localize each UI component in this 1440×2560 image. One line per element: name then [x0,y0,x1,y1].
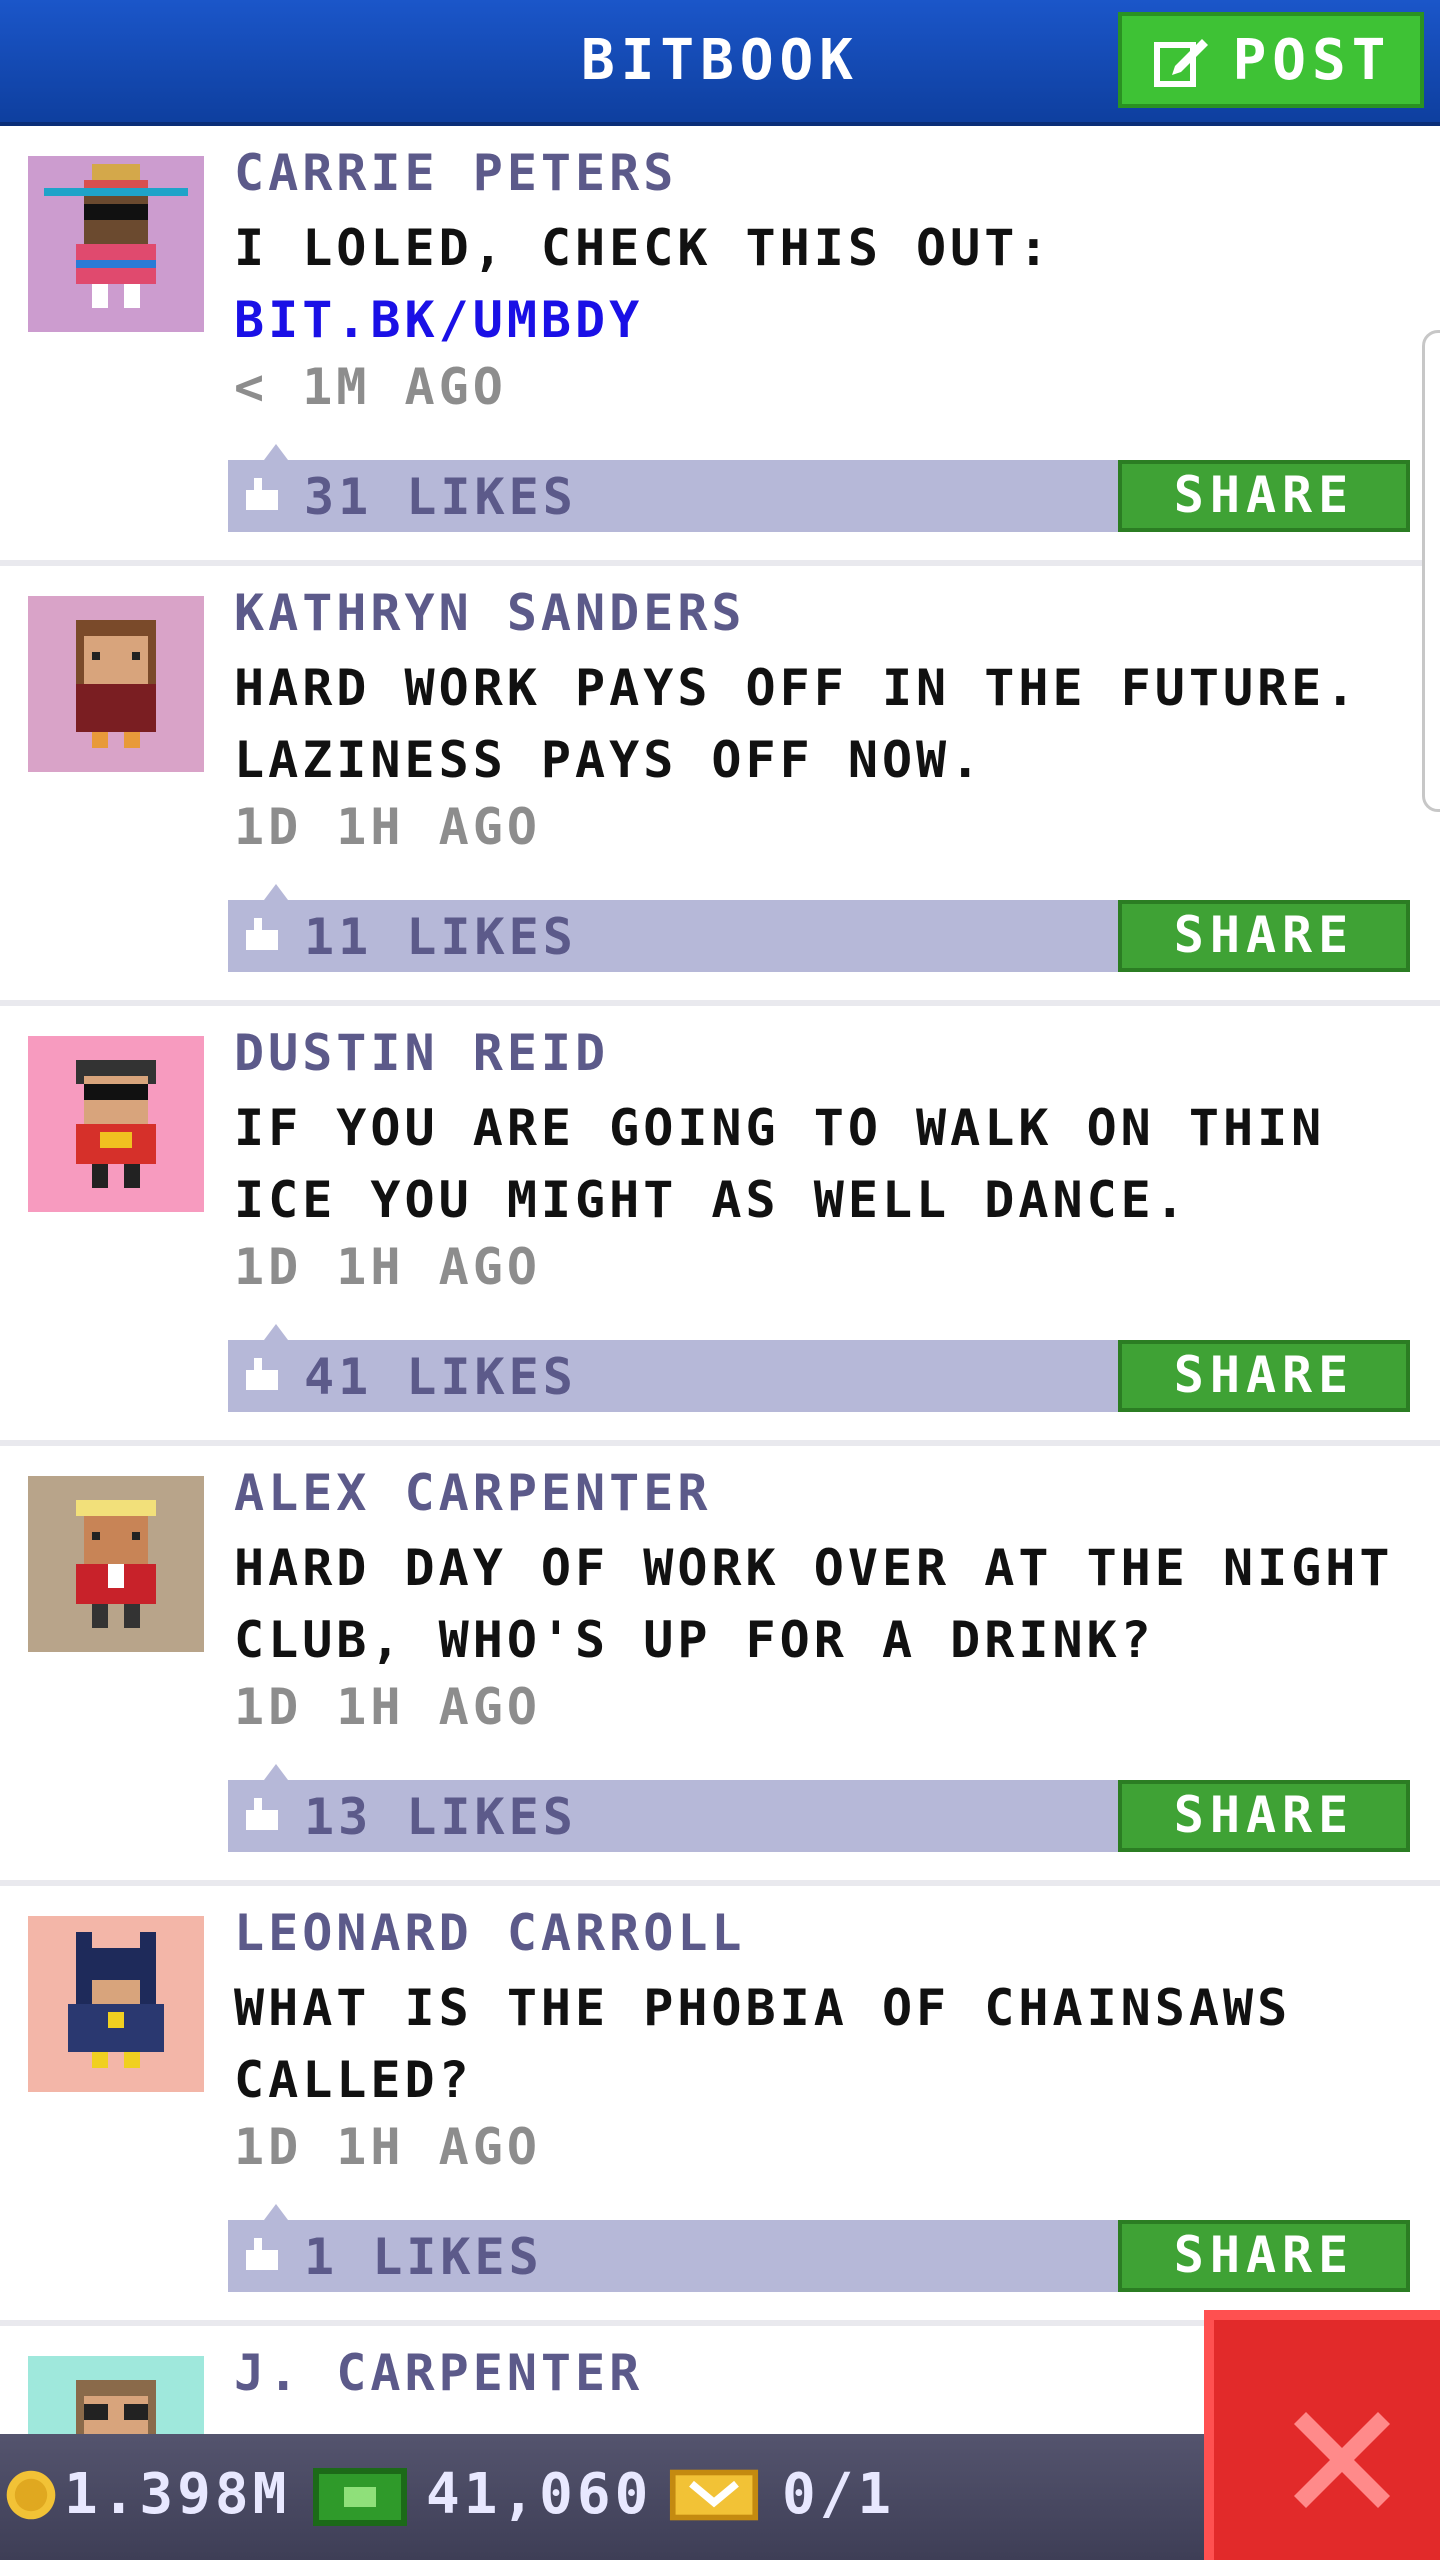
post-author: LEONARD CARROLL [234,1904,746,1962]
post-button[interactable]: POST [1118,12,1424,108]
avatar-kathryn-sanders [76,620,156,748]
avatar[interactable] [28,1036,204,1212]
bux-stat: 41,060 [312,2462,652,2527]
thumbs-up-icon [246,1798,278,1830]
post-link[interactable]: BIT.BK/UMBDY [234,284,1394,356]
post-text: WHAT IS THE PHOBIA OF CHAINSAWS CALLED? [234,1979,1292,2109]
thumbs-up-icon [246,1358,278,1390]
likes-count: 11 LIKES [304,908,577,966]
thumbs-up-icon [246,918,278,950]
share-button[interactable]: SHARE [1118,2220,1410,2292]
likes-count: 31 LIKES [304,468,577,526]
share-button[interactable]: SHARE [1118,460,1410,532]
app-header: BITBOOK POST [0,0,1440,126]
share-button[interactable]: SHARE [1118,1780,1410,1852]
coins-stat: 1.398M [4,2462,290,2527]
post-time: 1D 1H AGO [234,1238,541,1296]
edit-icon [1153,39,1208,87]
likes-count: 41 LIKES [304,1348,577,1406]
post-author: CARRIE PETERS [234,144,678,202]
avatar-alex-carpenter [76,1500,156,1628]
avatar-carrie-peters [44,164,188,308]
tickets-stat: 0/1 [668,2462,895,2527]
coin-icon [6,2470,56,2519]
feed-post: DUSTIN REID IF YOU ARE GOING TO WALK ON … [0,1006,1440,1446]
bux-icon [313,2467,407,2526]
bux-value: 41,060 [426,2462,653,2527]
likes-count: 1 LIKES [304,2228,543,2286]
close-icon [1294,2412,1390,2508]
post-author: ALEX CARPENTER [234,1464,712,1522]
avatar[interactable] [28,1916,204,2092]
avatar[interactable] [28,1476,204,1652]
post-time: 1D 1H AGO [234,798,541,856]
feed-post: LEONARD CARROLL WHAT IS THE PHOBIA OF CH… [0,1886,1440,2326]
avatar[interactable] [28,596,204,772]
avatar-leonard-carroll [68,1932,164,2068]
post-text: HARD WORK PAYS OFF IN THE FUTURE. LAZINE… [234,659,1360,789]
likes-count: 13 LIKES [304,1788,577,1846]
thumbs-up-icon [246,478,278,510]
ticket-icon [669,2469,759,2520]
feed-post: KATHRYN SANDERS HARD WORK PAYS OFF IN TH… [0,566,1440,1006]
post-time: 1D 1H AGO [234,2118,541,2176]
post-author: J. CARPENTER [234,2344,644,2402]
share-button[interactable]: SHARE [1118,900,1410,972]
thumbs-up-icon [246,2238,278,2270]
tickets-value: 0/1 [782,2462,896,2527]
post-time: 1D 1H AGO [234,1678,541,1736]
post-time: < 1M AGO [234,358,507,416]
post-text: I LOLED, CHECK THIS OUT: BIT.BK/UMBDY [234,212,1394,356]
post-text: HARD DAY OF WORK OVER AT THE NIGHT CLUB,… [234,1539,1394,1669]
avatar[interactable] [28,156,204,332]
post-text-content: I LOLED, CHECK THIS OUT: [234,219,1053,277]
coins-value: 1.398M [64,2462,291,2527]
feed-post: CARRIE PETERS I LOLED, CHECK THIS OUT: B… [0,126,1440,566]
post-button-label: POST [1232,27,1392,93]
avatar-j-carpenter [76,2380,156,2436]
avatar[interactable] [28,2356,204,2436]
avatar-dustin-reid [76,1060,156,1188]
scroll-indicator[interactable] [1422,330,1440,812]
post-author: DUSTIN REID [234,1024,610,1082]
feed-post: ALEX CARPENTER HARD DAY OF WORK OVER AT … [0,1446,1440,1886]
post-text: IF YOU ARE GOING TO WALK ON THIN ICE YOU… [234,1099,1326,1229]
close-button[interactable] [1204,2310,1440,2560]
share-button[interactable]: SHARE [1118,1340,1410,1412]
post-author: KATHRYN SANDERS [234,584,746,642]
